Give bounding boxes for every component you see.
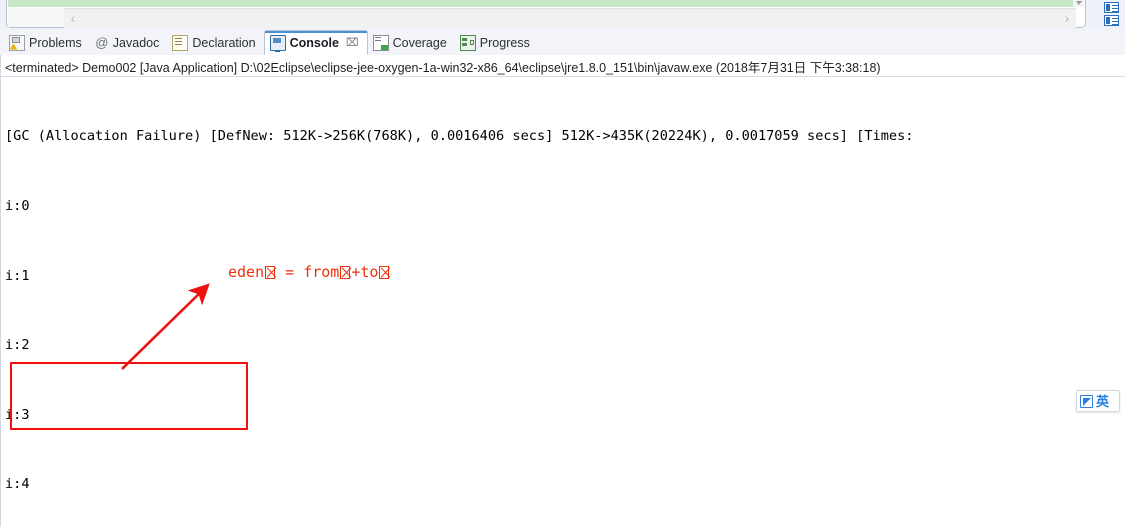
tab-problems-label: Problems xyxy=(29,35,82,50)
editor-highlighted-line-body xyxy=(64,0,1075,7)
eclipse-window: ‹ › Problems @ Javadoc Declaration Conso… xyxy=(0,0,1125,527)
tab-javadoc[interactable]: @ Javadoc xyxy=(90,30,168,55)
progress-icon xyxy=(459,34,476,51)
annotation-part-plus-to: +to xyxy=(351,263,379,281)
launch-timestamp: (2018年7月31日 下午3:38:18) xyxy=(715,61,881,75)
annotation-formula: eden = from +to xyxy=(228,263,390,281)
console-line: [GC (Allocation Failure) [DefNew: 512K->… xyxy=(5,128,914,145)
annotation-highlight-box xyxy=(10,362,248,430)
launch-config-label: Demo002 [Java Application] xyxy=(82,61,238,75)
scroll-left-icon[interactable]: ‹ xyxy=(64,9,82,28)
console-line: i:1 xyxy=(5,267,30,284)
tab-console-label: Console xyxy=(289,35,339,50)
outline-minimap-icon-bottom[interactable] xyxy=(1104,15,1119,26)
console-launch-header: <terminated> Demo002 [Java Application] … xyxy=(5,57,881,76)
tab-coverage[interactable]: Coverage xyxy=(368,30,455,55)
declaration-icon xyxy=(172,34,189,51)
scroll-right-icon[interactable]: › xyxy=(1058,9,1076,28)
editor-side-toolbar xyxy=(1101,0,1123,30)
tab-progress-label: Progress xyxy=(479,35,530,50)
ime-pen-icon xyxy=(1080,394,1093,408)
editor-area-bottom-strip: ‹ › xyxy=(0,0,1125,30)
console-output: [GC (Allocation Failure) [DefNew: 512K->… xyxy=(5,79,1125,527)
annotation-part-eden: eden xyxy=(228,263,265,281)
close-icon[interactable]: ⌧ xyxy=(346,36,359,49)
view-tab-bar: Problems @ Javadoc Declaration Console ⌧… xyxy=(0,30,1125,83)
editor-gutter xyxy=(8,8,64,27)
tab-declaration[interactable]: Declaration xyxy=(167,30,263,55)
coverage-icon xyxy=(372,34,389,51)
at-icon: @ xyxy=(95,34,109,50)
editor-horizontal-scrollbar[interactable]: ‹ › xyxy=(64,8,1076,28)
tab-coverage-label: Coverage xyxy=(392,35,447,50)
console-line: i:4 xyxy=(5,476,30,493)
outline-minimap-icon-top[interactable] xyxy=(1104,2,1119,13)
annotation-part-equals-from: = from xyxy=(276,263,340,281)
header-divider xyxy=(1,76,1125,77)
editor-vertical-scrollbar[interactable] xyxy=(1073,0,1084,7)
tab-javadoc-label: Javadoc xyxy=(112,35,160,50)
editor-frame: ‹ › xyxy=(6,0,1086,28)
missing-glyph-box xyxy=(379,266,390,279)
tab-progress[interactable]: Progress xyxy=(455,30,538,55)
terminated-prefix: <terminated> xyxy=(5,61,79,75)
missing-glyph-box xyxy=(340,266,351,279)
console-line: i:2 xyxy=(5,337,30,354)
tab-problems[interactable]: Problems xyxy=(4,30,90,55)
tab-declaration-label: Declaration xyxy=(192,35,256,50)
ime-mode-label: 英 xyxy=(1096,393,1110,409)
tab-console[interactable]: Console ⌧ xyxy=(263,30,368,55)
console-view[interactable]: <terminated> Demo002 [Java Application] … xyxy=(0,55,1125,527)
console-line: i:0 xyxy=(5,198,30,214)
missing-glyph-box xyxy=(265,266,276,279)
console-icon xyxy=(269,34,286,52)
view-tab-list: Problems @ Javadoc Declaration Console ⌧… xyxy=(4,30,538,55)
problems-icon xyxy=(9,34,25,51)
jvm-path-label: D:\02Eclipse\eclipse-jee-oxygen-1a-win32… xyxy=(240,61,713,75)
ime-indicator[interactable]: 英 xyxy=(1076,390,1120,412)
